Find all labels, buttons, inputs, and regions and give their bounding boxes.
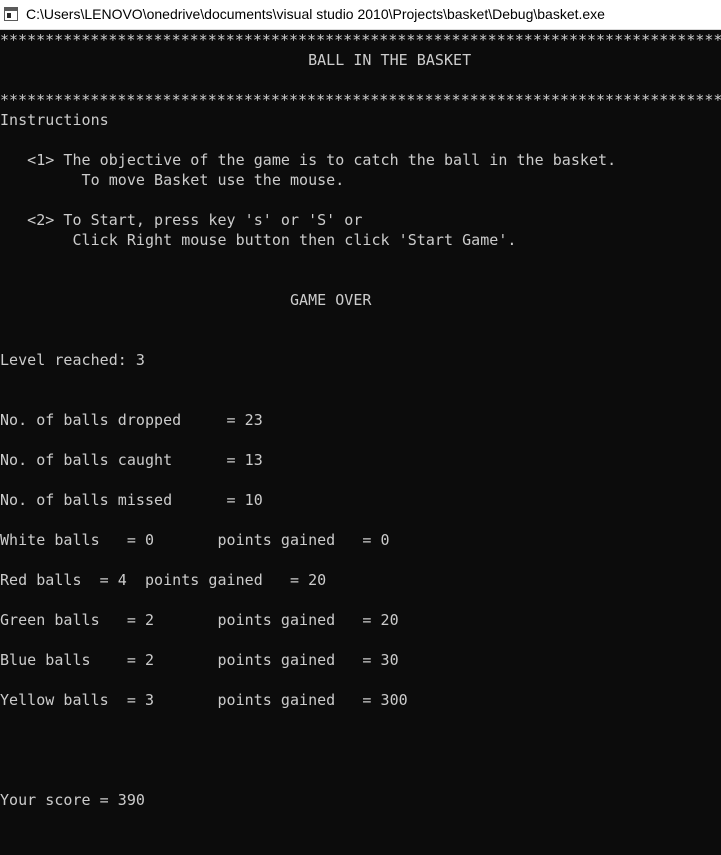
balls-missed-stat: No. of balls missed = 10 [0,491,263,509]
window-title: C:\Users\LENOVO\onedrive\documents\visua… [26,6,605,22]
instruction-2-line-1: <2> To Start, press key 's' or 'S' or [0,211,363,229]
red-balls-stat: Red balls = 4 points gained = 20 [0,571,327,589]
final-score: Your score = 390 [0,791,145,809]
console-app-icon[interactable] [4,7,18,21]
instructions-heading: Instructions [0,111,109,129]
game-over-text: GAME OVER [0,291,372,309]
green-balls-stat: Green balls = 2 points gained = 20 [0,611,399,629]
white-balls-stat: White balls = 0 points gained = 0 [0,531,390,549]
level-reached: Level reached: 3 [0,351,145,369]
instruction-1-line-2: To move Basket use the mouse. [0,171,345,189]
title-bar[interactable]: C:\Users\LENOVO\onedrive\documents\visua… [0,0,721,30]
console-output[interactable]: ****************************************… [0,30,721,855]
separator-line-bottom: ****************************************… [0,91,721,109]
yellow-balls-stat: Yellow balls = 3 points gained = 300 [0,691,408,709]
balls-caught-stat: No. of balls caught = 13 [0,451,263,469]
game-title: BALL IN THE BASKET [0,51,472,69]
blue-balls-stat: Blue balls = 2 points gained = 30 [0,651,399,669]
balls-dropped-stat: No. of balls dropped = 23 [0,411,263,429]
separator-line-top: ****************************************… [0,31,721,49]
instruction-2-line-2: Click Right mouse button then click 'Sta… [0,231,517,249]
console-window: C:\Users\LENOVO\onedrive\documents\visua… [0,0,721,855]
instruction-1-line-1: <1> The objective of the game is to catc… [0,151,617,169]
